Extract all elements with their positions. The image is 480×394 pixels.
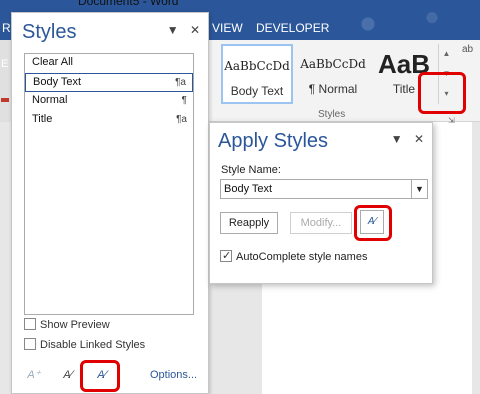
highlight-gallery-more — [418, 72, 466, 114]
dialog-launcher-icon[interactable]: ⇲ — [448, 116, 455, 125]
style-item-title[interactable]: Title ¶a — [25, 111, 193, 130]
style-item-normal[interactable]: Normal ¶ — [25, 92, 193, 111]
paragraph-style-icon: ¶ — [181, 95, 187, 106]
gallery-item-body-text[interactable]: AaBbCcDd Body Text — [221, 44, 293, 104]
word-title-bar: Document5 - Word — [0, 0, 480, 8]
tab-view[interactable]: VIEW — [212, 21, 243, 35]
style-name-label: Style Name: — [221, 164, 281, 176]
show-preview-label: Show Preview — [40, 319, 110, 331]
gallery-scroll-up-icon[interactable]: ▲ — [439, 44, 454, 64]
tab-partial[interactable]: R — [2, 21, 11, 35]
style-item-label: Normal — [32, 94, 68, 106]
style-item-body-text[interactable]: Body Text ¶a — [25, 73, 193, 92]
style-name-value[interactable]: Body Text — [224, 183, 272, 195]
style-item-label: Clear All — [32, 56, 73, 68]
disable-linked-label: Disable Linked Styles — [40, 339, 146, 351]
style-name-combobox[interactable]: Body Text ▼ — [220, 179, 428, 199]
gallery-item-normal[interactable]: AaBbCcDd ¶ Normal — [297, 44, 369, 104]
autocomplete-label: AutoComplete style names — [236, 251, 368, 263]
styles-pane-title: Styles — [22, 21, 77, 43]
tab-developer[interactable]: DEVELOPER — [256, 21, 329, 35]
highlight-manage-styles — [80, 360, 120, 392]
apply-styles-title: Apply Styles — [218, 130, 329, 152]
pane-menu-icon[interactable]: ▼ — [167, 23, 179, 37]
options-link[interactable]: Options... — [150, 369, 197, 381]
checkbox-box[interactable] — [24, 318, 36, 330]
checkmark-icon: ✓ — [222, 250, 232, 262]
disable-linked-checkbox[interactable]: Disable Linked Styles — [24, 338, 145, 351]
format-painter-icon[interactable] — [1, 98, 9, 102]
style-item-label: Title — [32, 113, 53, 125]
ribbon-right-partial[interactable]: ab — [462, 44, 473, 55]
close-icon[interactable]: ✕ — [190, 23, 200, 37]
window-title: Document5 - Word — [78, 0, 179, 8]
gallery-sample: AaBbCcDd — [300, 57, 366, 71]
ribbon-background-pattern — [320, 8, 480, 40]
style-item-label: Body Text — [33, 76, 82, 88]
checkbox-box[interactable] — [24, 338, 36, 350]
styles-pane: Styles ▼ ✕ Clear All Body Text ¶a Normal… — [11, 12, 209, 394]
left-edge-char: E — [1, 58, 9, 70]
highlight-styles-pane-button — [354, 205, 392, 241]
style-list: Clear All Body Text ¶a Normal ¶ Title ¶a — [24, 53, 194, 315]
modify-button[interactable]: Modify... — [290, 212, 352, 234]
styles-group-label: Styles — [318, 109, 346, 120]
linked-style-icon: ¶a — [175, 77, 186, 88]
gallery-name: Body Text — [230, 84, 284, 98]
new-style-icon[interactable]: A⁺ — [22, 363, 46, 387]
checkbox-box[interactable]: ✓ — [220, 250, 232, 262]
apply-styles-dialog: Apply Styles ▼ ✕ Style Name: Body Text ▼… — [209, 122, 433, 284]
gallery-name: ¶ Normal — [308, 82, 358, 96]
chevron-down-icon[interactable]: ▼ — [411, 180, 427, 198]
reapply-button[interactable]: Reapply — [220, 212, 278, 234]
linked-style-icon: ¶a — [176, 114, 187, 125]
gallery-sample: AaBbCcDd — [224, 59, 290, 73]
dialog-controls: ▼ ✕ — [383, 132, 424, 146]
style-inspector-icon[interactable]: A∕ — [56, 363, 80, 387]
pane-controls: ▼ ✕ — [159, 23, 200, 37]
close-icon[interactable]: ✕ — [414, 132, 424, 146]
dialog-menu-icon[interactable]: ▼ — [391, 132, 403, 146]
show-preview-checkbox[interactable]: Show Preview — [24, 318, 110, 331]
style-item-clear-all[interactable]: Clear All — [25, 54, 193, 73]
autocomplete-checkbox[interactable]: ✓ AutoComplete style names — [220, 250, 367, 263]
